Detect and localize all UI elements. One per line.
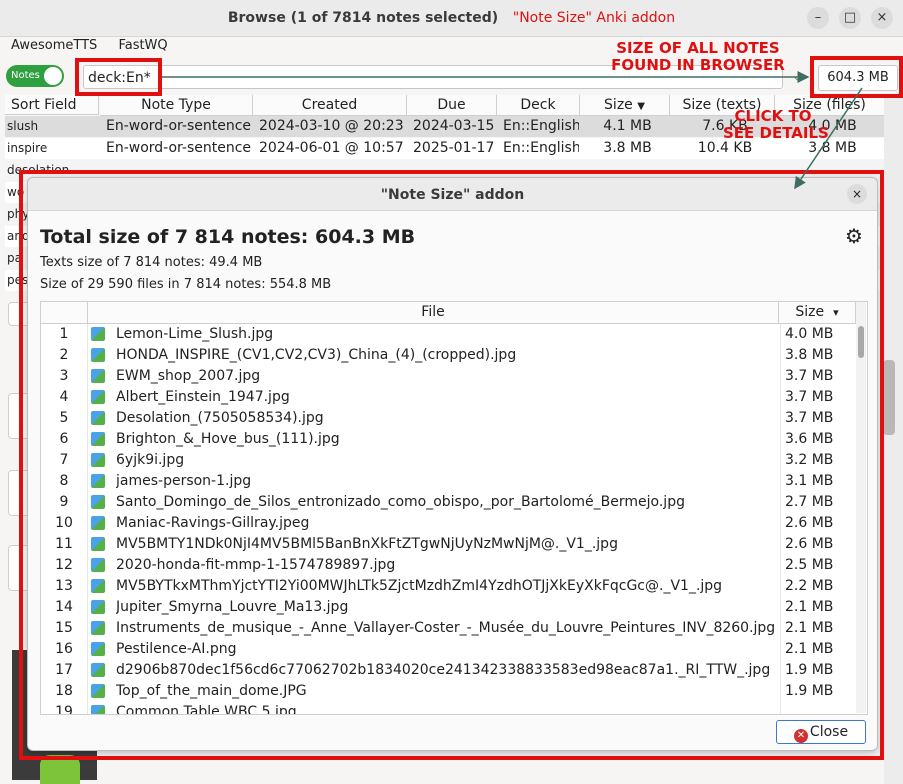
annotation-arrows xyxy=(162,71,863,190)
arrow-total-to-dialog xyxy=(794,87,863,190)
